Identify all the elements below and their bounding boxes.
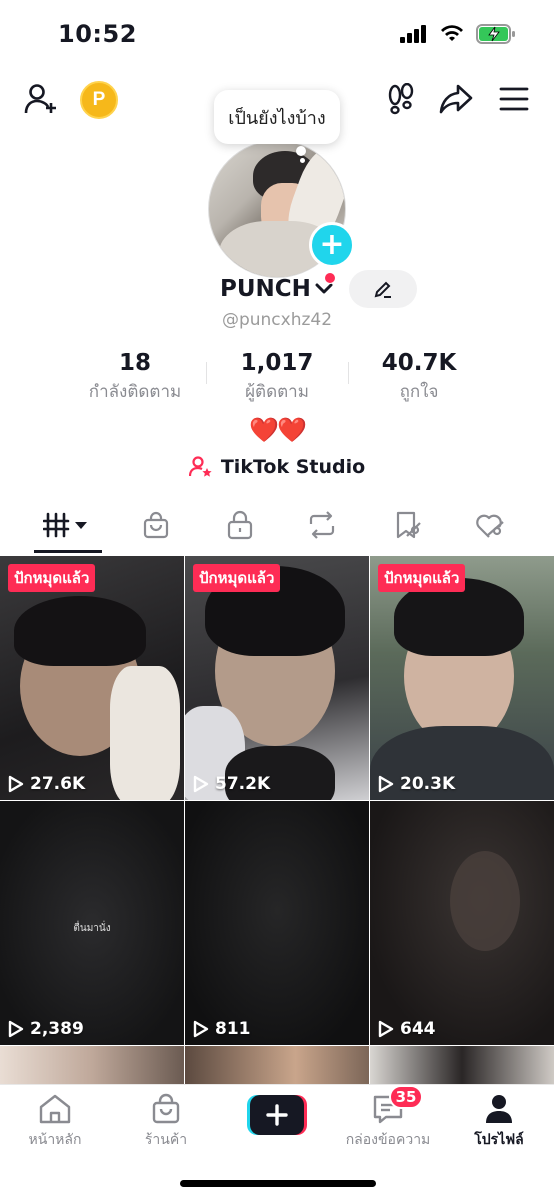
view-count: 27.6K: [8, 774, 85, 794]
tab-shop[interactable]: [110, 498, 202, 552]
pinned-badge: ปักหมุดแล้ว: [8, 564, 96, 592]
nav-shop[interactable]: ร้านค้า: [111, 1093, 221, 1151]
status-time: 10:52: [58, 20, 137, 48]
active-tab-indicator: [34, 550, 102, 553]
stat-likes[interactable]: 40.7K ถูกใจ: [344, 350, 494, 405]
favorites-icon: [396, 511, 421, 539]
chevron-down-icon: [315, 283, 333, 294]
view-count: 2,389: [8, 1019, 84, 1039]
battery-icon: [476, 24, 515, 44]
nav-home[interactable]: หน้าหลัก: [0, 1093, 110, 1151]
nav-profile[interactable]: โปรไฟล์: [444, 1093, 554, 1151]
view-count-value: 57.2K: [215, 774, 271, 794]
lock-icon: [227, 510, 253, 540]
video-tile[interactable]: ตื่นมานั่ง 2,389: [0, 801, 184, 1045]
home-icon: [39, 1094, 71, 1124]
stat-following[interactable]: 18 กำลังติดตาม: [60, 350, 210, 405]
play-icon: [378, 775, 394, 793]
stat-following-label: กำลังติดตาม: [88, 382, 182, 402]
pinned-badge: ปักหมุดแล้ว: [193, 564, 281, 592]
stat-following-value: 18: [118, 350, 151, 376]
liked-icon: [476, 514, 504, 538]
pencil-icon: [374, 281, 391, 298]
video-tile[interactable]: ปักหมุดแล้ว 27.6K: [0, 556, 184, 800]
bio-text: ❤️❤️: [249, 416, 307, 444]
signal-icon: [400, 25, 426, 43]
video-tile[interactable]: 644: [370, 801, 554, 1045]
plus-icon: [266, 1104, 288, 1126]
inbox-badge: 35: [389, 1085, 423, 1109]
nav-home-label: หน้าหลัก: [28, 1132, 82, 1148]
stat-followers-label: ผู้ติดตาม: [245, 382, 309, 402]
profile-handle: @puncxhz42: [221, 310, 333, 330]
tiktok-studio-link[interactable]: TikTok Studio: [0, 456, 554, 478]
studio-person-star-icon: [188, 456, 212, 477]
stat-followers[interactable]: 1,017 ผู้ติดตาม: [202, 350, 352, 405]
play-icon: [378, 1020, 394, 1038]
profile-name-text: PUNCH: [220, 276, 311, 302]
video-tile[interactable]: 811: [185, 801, 369, 1045]
note-bubble[interactable]: เป็นยังไงบ้าง: [214, 90, 340, 144]
stat-followers-value: 1,017: [240, 350, 314, 376]
view-count: 811: [193, 1019, 251, 1039]
add-friend-icon[interactable]: [22, 82, 60, 116]
shop-icon: [152, 1093, 180, 1124]
tab-favorites[interactable]: [362, 498, 454, 552]
video-tile[interactable]: [370, 1046, 554, 1086]
repost-icon: [309, 511, 335, 539]
profile-name[interactable]: PUNCH: [220, 276, 333, 302]
tab-private[interactable]: [194, 498, 286, 552]
video-tile[interactable]: ปักหมุดแล้ว 57.2K: [185, 556, 369, 800]
tab-liked[interactable]: [444, 498, 536, 552]
video-tile[interactable]: [0, 1046, 184, 1086]
video-tile[interactable]: ปักหมุดแล้ว 20.3K: [370, 556, 554, 800]
create-button[interactable]: [247, 1095, 307, 1135]
tab-reposts[interactable]: [276, 498, 368, 552]
nav-profile-label: โปรไฟล์: [474, 1132, 524, 1148]
profile-tabs: [0, 498, 554, 554]
shop-bag-icon: [143, 511, 169, 539]
home-indicator: [180, 1180, 376, 1187]
tab-videos[interactable]: [22, 498, 114, 552]
menu-icon[interactable]: [498, 84, 530, 114]
status-icons: [400, 24, 516, 44]
share-icon[interactable]: [438, 82, 474, 116]
view-count: 20.3K: [378, 774, 455, 794]
play-icon: [8, 775, 24, 793]
view-count: 644: [378, 1019, 436, 1039]
nav-shop-label: ร้านค้า: [144, 1132, 188, 1148]
add-avatar-button[interactable]: +: [309, 222, 355, 268]
play-icon: [193, 775, 209, 793]
view-count-value: 2,389: [30, 1019, 84, 1039]
nav-inbox-label: กล่องข้อความ: [345, 1132, 431, 1148]
videos-grid-icon: [43, 512, 87, 538]
view-count-value: 644: [400, 1019, 436, 1039]
video-tile[interactable]: [185, 1046, 369, 1086]
coin-icon[interactable]: P: [80, 81, 118, 119]
bubble-tail: [296, 146, 306, 156]
wifi-icon: [441, 25, 463, 41]
stat-likes-label: ถูกใจ: [399, 382, 439, 402]
view-count-value: 811: [215, 1019, 251, 1039]
view-count-value: 20.3K: [400, 774, 456, 794]
notification-dot: [324, 272, 336, 284]
view-count: 57.2K: [193, 774, 270, 794]
profile-icon: [486, 1095, 512, 1123]
stat-likes-value: 40.7K: [381, 350, 457, 376]
edit-profile-button[interactable]: [349, 270, 417, 308]
footprints-icon[interactable]: [384, 82, 418, 116]
view-count-value: 27.6K: [30, 774, 86, 794]
bubble-tail-dot: [300, 158, 305, 163]
video-caption: ตื่นมานั่ง: [73, 923, 111, 934]
note-text: เป็นยังไงบ้าง: [228, 107, 326, 129]
pinned-badge: ปักหมุดแล้ว: [378, 564, 466, 592]
play-icon: [193, 1020, 209, 1038]
play-icon: [8, 1020, 24, 1038]
tiktok-studio-label: TikTok Studio: [220, 456, 366, 478]
nav-inbox[interactable]: กล่องข้อความ: [333, 1093, 443, 1151]
